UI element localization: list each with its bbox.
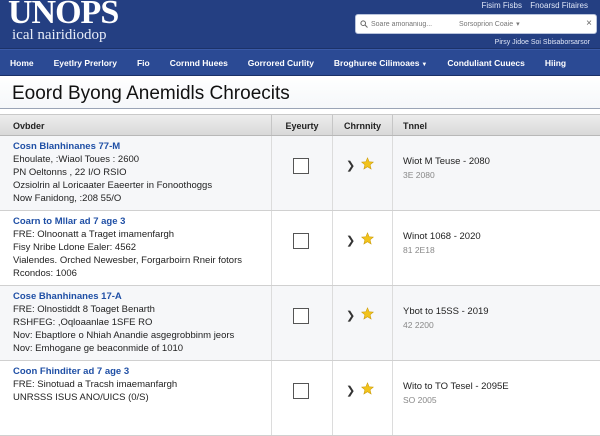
column-header[interactable]: Eyeurty [272, 115, 333, 135]
select-cell [272, 136, 333, 210]
row-detail-line: Ozsiolrin al Loricaater Eaeerter in Fono… [13, 180, 213, 191]
actions-cell: ❯ [333, 211, 393, 285]
chevron-right-icon[interactable]: ❯ [346, 309, 355, 322]
row-detail-line: Nov: Ebaptlore o Nhiah Anandie asgegrobb… [13, 330, 235, 341]
row-checkbox[interactable] [293, 308, 309, 324]
top-link[interactable]: Fnoarsd Fitaires [530, 1, 588, 10]
row-details: Coon Fhinditer ad 7 age 3 FRE: Sinotuad … [0, 361, 272, 435]
star-icon[interactable] [360, 307, 375, 325]
search-scope-select[interactable]: Sorsoprion Coaie ▾ [459, 20, 520, 29]
select-cell [272, 286, 333, 360]
page-title: Eoord Byong Anemidls Chroecits [0, 76, 600, 109]
search-scope-value: Sorsoprion Coaie [459, 20, 514, 28]
row-title-link[interactable]: Cose Bhanhinanes 17-A [13, 290, 271, 303]
search-icon [360, 20, 368, 28]
row-details: Coarn to Mllar ad 7 age 3 FRE: Olnoonatt… [0, 211, 272, 285]
row-details: Cose Bhanhinanes 17-A FRE: Olnostiddt 8 … [0, 286, 272, 360]
row-checkbox[interactable] [293, 383, 309, 399]
date-cell: Wiot M Teuse - 2080 3E 2080 [393, 136, 600, 210]
search-box: Sorsoprion Coaie ▾ × [355, 14, 597, 34]
nav-item-5[interactable]: Gorrored Curlity [244, 58, 318, 68]
table-row: Cose Bhanhinanes 17-A FRE: Olnostiddt 8 … [0, 286, 600, 361]
date-range: Ybot to 15SS - 2019 [403, 306, 489, 317]
chevron-right-icon[interactable]: ❯ [346, 384, 355, 397]
date-cell: Wito to TO Tesel - 2095E SO 2005 [393, 361, 600, 435]
actions-cell: ❯ [333, 361, 393, 435]
row-detail-line: Ehoulate, :Wiaol Toues : 2600 [13, 154, 140, 165]
row-detail-line: FRE: Olnoonatt a Traget imamenfargh [13, 229, 175, 240]
column-header[interactable]: Tnnel [393, 115, 600, 135]
row-title-link[interactable]: Coarn to Mllar ad 7 age 3 [13, 215, 271, 228]
select-cell [272, 361, 333, 435]
chevron-right-icon[interactable]: ❯ [346, 159, 355, 172]
top-links: Fisim Fisbs Fnoarsd Fitaires [476, 1, 588, 10]
date-range: Winot 1068 - 2020 [403, 231, 481, 242]
nav-item-2[interactable]: Eyetlry Prerlory [50, 58, 121, 68]
row-checkbox[interactable] [293, 158, 309, 174]
results-table: Ovbder Eyeurty Chrnnity Tnnel Cosn Blanh… [0, 114, 600, 436]
date-range: Wito to TO Tesel - 2095E [403, 381, 509, 392]
row-detail-line: Rcondos: 1006 [13, 268, 77, 279]
site-header: UNOPS ical nairidiodop Fisim Fisbs Fnoar… [0, 0, 600, 49]
column-header[interactable]: Ovbder [0, 115, 272, 135]
row-detail-line: Fisy Nribe Ldone Ealer: 4562 [13, 242, 137, 253]
row-detail-line: FRE: Olnostiddt 8 Toaget Benarth [13, 304, 155, 315]
nav-item-3[interactable]: Fio [133, 58, 154, 68]
row-checkbox[interactable] [293, 233, 309, 249]
date-sub: 81 2E18 [403, 245, 435, 255]
actions-cell: ❯ [333, 286, 393, 360]
date-sub: SO 2005 [403, 395, 437, 405]
row-detail-line: Vialendes. Orched Newesber, Forgarboirn … [13, 255, 242, 266]
nav-item-6-dropdown[interactable]: Broghuree Cilimoaes ▼ [330, 58, 431, 68]
date-sub: 42 2200 [403, 320, 434, 330]
table-header: Ovbder Eyeurty Chrnnity Tnnel [0, 114, 600, 136]
column-header[interactable]: Chrnnity [333, 115, 393, 135]
nav-item-home[interactable]: Home [6, 58, 38, 68]
nav-item-8[interactable]: Hiing [541, 58, 570, 68]
row-detail-line: UNRSSS ISUS ANO/UICS (0/S) [13, 392, 149, 403]
nav-item-label: Broghuree Cilimoaes [333, 57, 420, 68]
date-sub: 3E 2080 [403, 170, 435, 180]
chevron-down-icon: ▾ [516, 21, 520, 28]
nav-item-4[interactable]: Cornnd Huees [166, 58, 232, 68]
nav-item-7[interactable]: Conduliant Cuuecs [443, 58, 528, 68]
select-cell [272, 211, 333, 285]
row-detail-line: PN Oeltonns , 22 I/O RSIO [13, 167, 127, 178]
row-detail-line: FRE: Sinotuad a Tracsh imaemanfargh [13, 379, 178, 390]
date-cell: Winot 1068 - 2020 81 2E18 [393, 211, 600, 285]
date-cell: Ybot to 15SS - 2019 42 2200 [393, 286, 600, 360]
star-icon[interactable] [360, 157, 375, 175]
table-row: Cosn Blanhinanes 77-M Ehoulate, :Wiaol T… [0, 136, 600, 211]
chevron-right-icon[interactable]: ❯ [346, 234, 355, 247]
row-title-link[interactable]: Cosn Blanhinanes 77-M [13, 140, 271, 153]
row-title-link[interactable]: Coon Fhinditer ad 7 age 3 [13, 365, 271, 378]
table-row: Coon Fhinditer ad 7 age 3 FRE: Sinotuad … [0, 361, 600, 436]
logo-wordmark: UNOPS [8, 0, 119, 31]
logo-tagline: ical nairidiodop [12, 27, 107, 43]
row-detail-line: RSHFEG: ,Oqloaanlae 1SFE RO [13, 317, 153, 328]
top-link[interactable]: Fisim Fisbs [482, 1, 522, 10]
search-input[interactable] [371, 20, 453, 28]
star-icon[interactable] [360, 232, 375, 250]
actions-cell: ❯ [333, 136, 393, 210]
row-details: Cosn Blanhinanes 77-M Ehoulate, :Wiaol T… [0, 136, 272, 210]
row-detail-line: Nov: Emhogane ge beaconmide of 1010 [13, 343, 184, 354]
header-sub-links[interactable]: Pirsy Jidoe Soi Sbisaborsarsor [495, 39, 590, 46]
clear-search-icon[interactable]: × [586, 19, 592, 29]
row-detail-line: Now Fanidong, :208 55/O [13, 193, 122, 204]
chevron-down-icon: ▼ [421, 61, 428, 68]
site-logo[interactable]: UNOPS ical nairidiodop [8, 0, 119, 43]
star-icon[interactable] [360, 382, 375, 400]
table-row: Coarn to Mllar ad 7 age 3 FRE: Olnoonatt… [0, 211, 600, 286]
date-range: Wiot M Teuse - 2080 [403, 156, 490, 167]
main-nav: Home Eyetlry Prerlory Fio Cornnd Huees G… [0, 49, 600, 76]
